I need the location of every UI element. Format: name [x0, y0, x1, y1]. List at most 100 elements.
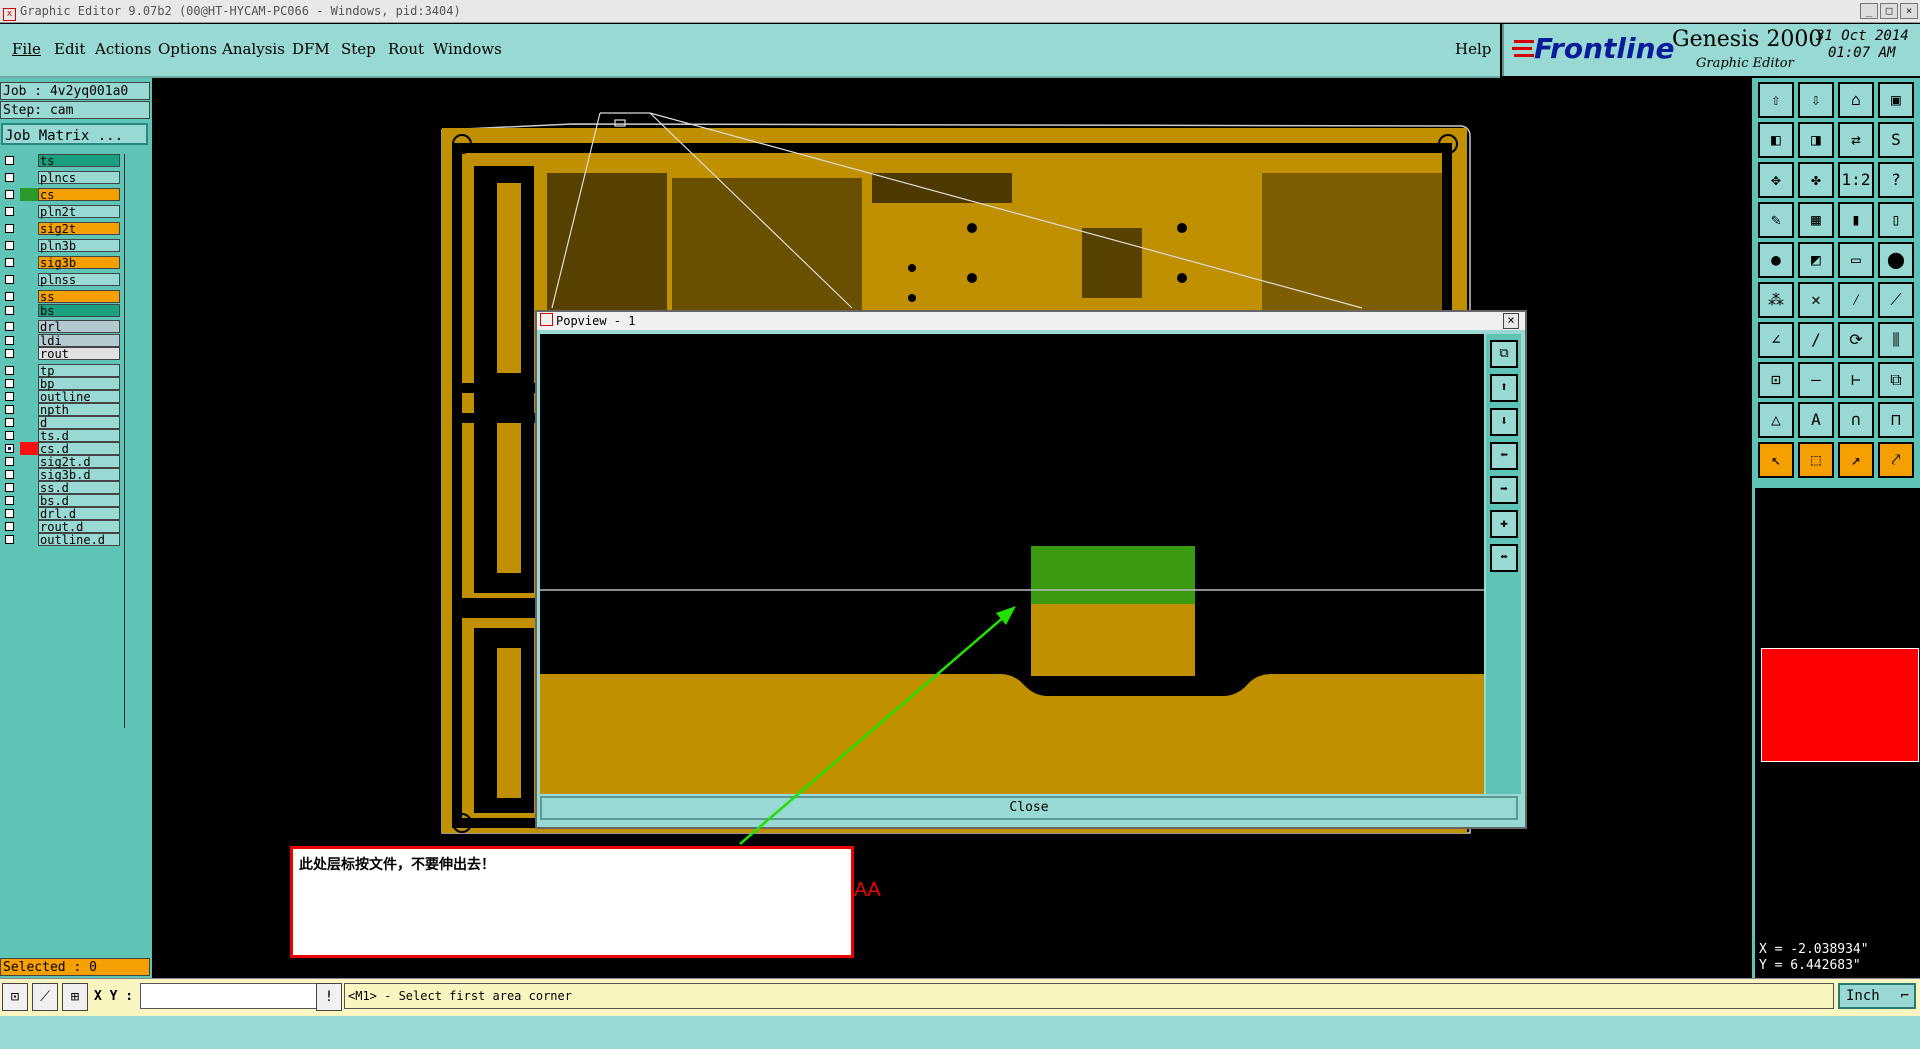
popview-close-icon[interactable]: × [1503, 313, 1519, 329]
arch-icon[interactable]: ∩ [1838, 402, 1874, 438]
layer-row-npth[interactable]: npth [2, 403, 120, 417]
popview-close-button[interactable]: Close [540, 796, 1518, 820]
layer-row-d[interactable]: d [2, 416, 120, 430]
menu-file[interactable]: File [12, 40, 41, 58]
select-custom-icon[interactable]: ⤤ [1878, 442, 1914, 478]
layer-row-cs[interactable]: cs [2, 188, 120, 202]
measure-mode-icon[interactable]: ⟋ [32, 983, 58, 1011]
file-open-icon[interactable]: ⇧ [1758, 82, 1794, 118]
layer-checkbox[interactable] [5, 366, 14, 375]
popview-zoom-home-icon[interactable]: ⧉ [1490, 340, 1518, 368]
group-icon[interactable]: ⧉ [1878, 362, 1914, 398]
layer-name[interactable]: d [38, 416, 120, 429]
layer-row-bs-d[interactable]: bs.d [2, 494, 120, 508]
popview-pan-up-icon[interactable]: ⬆ [1490, 374, 1518, 402]
layer-checkbox[interactable] [5, 322, 14, 331]
layer-row-ss-d[interactable]: ss.d [2, 481, 120, 495]
minimize-button[interactable]: _ [1860, 3, 1878, 19]
menu-rout[interactable]: Rout [388, 40, 424, 58]
layer-checkbox[interactable] [5, 431, 14, 440]
scale-icon[interactable]: 1:2 [1838, 162, 1874, 198]
layer-checkbox[interactable] [5, 509, 14, 518]
line-icon[interactable]: ― [1798, 362, 1834, 398]
layer-checkbox[interactable] [5, 258, 14, 267]
popview-zoom-out-icon[interactable]: ⬌ [1490, 544, 1518, 572]
menu-edit[interactable]: Edit [54, 40, 85, 58]
layer-row-bs[interactable]: bs [2, 304, 120, 318]
layer-name[interactable]: drl.d [38, 507, 120, 520]
info-icon[interactable]: ! [316, 983, 342, 1011]
layer-checkbox[interactable] [5, 336, 14, 345]
layer-name[interactable]: ss [38, 290, 120, 303]
drag-icon[interactable]: ⊡ [1758, 362, 1794, 398]
close-window-button[interactable]: × [1900, 3, 1918, 19]
layer-name[interactable]: sig3b.d [38, 468, 120, 481]
layer-row-sig2t[interactable]: sig2t [2, 222, 120, 236]
menu-analysis[interactable]: Analysis [222, 40, 285, 58]
select-move-icon[interactable]: ↗ [1838, 442, 1874, 478]
layer-row-sig3b-d[interactable]: sig3b.d [2, 468, 120, 482]
layer-name[interactable]: bp [38, 377, 120, 390]
layer-name[interactable]: pln3b [38, 239, 120, 252]
layer-checkbox[interactable] [5, 418, 14, 427]
units-dropdown[interactable]: Inch ⌐ [1838, 983, 1916, 1009]
file-save-icon[interactable]: ⇩ [1798, 82, 1834, 118]
popview-zoom-in-icon[interactable]: ✚ [1490, 510, 1518, 538]
layer-checkbox[interactable] [5, 306, 14, 315]
segment-icon[interactable]: ⊢ [1838, 362, 1874, 398]
connect-icon[interactable]: ⁂ [1758, 282, 1794, 318]
layer-row-drl[interactable]: drl [2, 320, 120, 334]
layer-checkbox[interactable] [5, 156, 14, 165]
move-left-icon[interactable]: ◧ [1758, 122, 1794, 158]
layer-name[interactable]: sig3b [38, 256, 120, 269]
layer-name[interactable]: cs [38, 188, 120, 201]
popview-pan-down-icon[interactable]: ⬇ [1490, 408, 1518, 436]
layer-name[interactable]: bs [38, 304, 120, 317]
maximize-button[interactable]: □ [1880, 3, 1898, 19]
menu-actions[interactable]: Actions [95, 40, 151, 58]
layer-row-pln3b[interactable]: pln3b [2, 239, 120, 253]
layer-checkbox[interactable] [5, 190, 14, 199]
layer-row-drl-d[interactable]: drl.d [2, 507, 120, 521]
node-icon[interactable]: ⁄ [1838, 282, 1874, 318]
menu-windows[interactable]: Windows [433, 40, 502, 58]
layer-row-rout-d[interactable]: rout.d [2, 520, 120, 534]
layer-row-sig2t-d[interactable]: sig2t.d [2, 455, 120, 469]
layer-checkbox[interactable] [5, 444, 14, 453]
layer-row-ldi[interactable]: ldi [2, 334, 120, 348]
layer-name[interactable]: npth [38, 403, 120, 416]
select-box-icon[interactable]: ⬚ [1798, 442, 1834, 478]
slash-icon[interactable]: / [1798, 322, 1834, 358]
arc-icon[interactable]: ⟳ [1838, 322, 1874, 358]
layer-checkbox[interactable] [5, 241, 14, 250]
layer-row-ts-d[interactable]: ts.d [2, 429, 120, 443]
layer-checkbox[interactable] [5, 522, 14, 531]
peak-icon[interactable]: A [1798, 402, 1834, 438]
flip-icon[interactable]: S [1878, 122, 1914, 158]
ruler-icon[interactable]: ▭ [1838, 242, 1874, 278]
layer-checkbox[interactable] [5, 275, 14, 284]
layer-checkbox[interactable] [5, 496, 14, 505]
grid-icon[interactable]: ▦ [1798, 202, 1834, 238]
layer-checkbox[interactable] [5, 224, 14, 233]
layer-row-ts[interactable]: ts [2, 154, 120, 168]
layer-name[interactable]: bs.d [38, 494, 120, 507]
layer-name[interactable]: ts [38, 154, 120, 167]
layer-checkbox[interactable] [5, 535, 14, 544]
popview-pan-right-icon[interactable]: ➡ [1490, 476, 1518, 504]
layer-checkbox[interactable] [5, 292, 14, 301]
layer-row-plncs[interactable]: plncs [2, 171, 120, 185]
job-matrix-button[interactable]: Job Matrix ... [1, 123, 148, 145]
layer-row-bp[interactable]: bp [2, 377, 120, 391]
layer-checkbox[interactable] [5, 379, 14, 388]
layer-name[interactable]: plncs [38, 171, 120, 184]
split-icon[interactable]: ⫼ [1878, 322, 1914, 358]
layer-checkbox[interactable] [5, 207, 14, 216]
layer-name[interactable]: rout [38, 347, 120, 360]
layer-name[interactable]: outline.d [38, 533, 120, 546]
layer-name[interactable]: ldi [38, 334, 120, 347]
circle-icon[interactable]: ⬤ [1878, 242, 1914, 278]
layer-name[interactable]: pln2t [38, 205, 120, 218]
layer-name[interactable]: sig2t.d [38, 455, 120, 468]
layer-name[interactable]: outline [38, 390, 120, 403]
